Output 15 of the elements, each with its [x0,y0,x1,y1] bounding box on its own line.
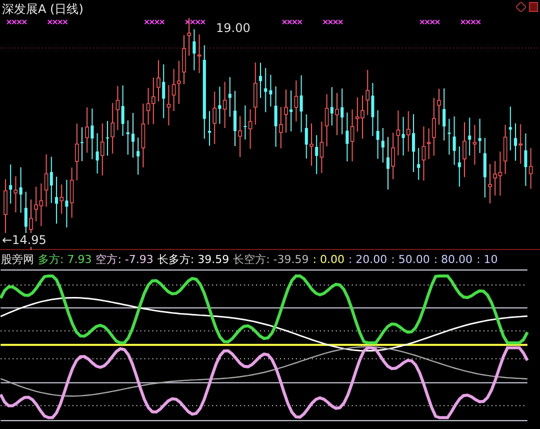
indicator-reading: : 50.00 [391,252,430,266]
indicator-reading: : 10 [476,252,498,266]
high-price-label: 19.00 [216,21,250,35]
indicator-reading: 多方: 7.93 [38,252,92,267]
indicator-reading: : 0.00 [312,252,344,266]
window-icon[interactable] [529,2,538,12]
indicator-reading: 空方: -7.93 [96,252,154,267]
indicator-reading: : 80.00 [434,252,473,266]
indicator-reading: : 20.00 [348,252,388,266]
chart-title: 深发展A (日线) [2,1,84,18]
indicator-reading: 长多方: 39.59 [157,252,230,267]
diamond-icon[interactable] [516,2,526,12]
low-price-label: ←14.95 [2,233,46,247]
indicator-reading: 长空方: -39.59 [233,252,309,267]
indicator-name: 股旁网 [1,252,34,267]
